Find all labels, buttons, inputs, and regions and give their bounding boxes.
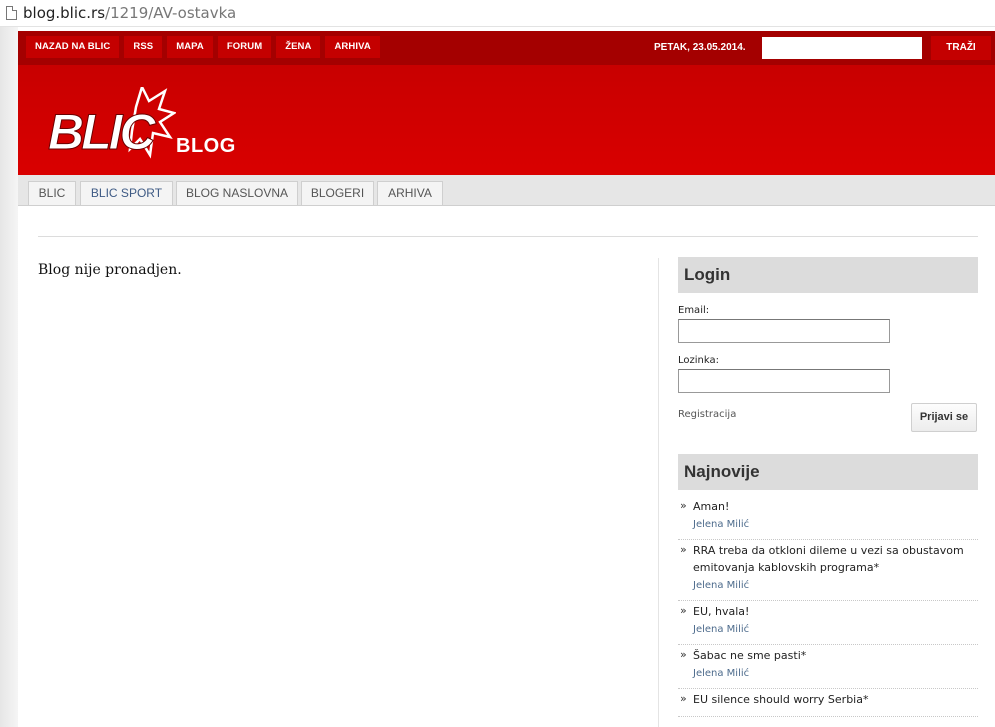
list-item: » EU, hvala! Jelena Milić [678, 601, 978, 645]
post-title-link[interactable]: EU silence should worry Serbia* [693, 691, 978, 708]
svg-text:BLIC: BLIC [48, 104, 157, 160]
blog-wordmark: BLOG [176, 135, 236, 157]
tab-blic-sport[interactable]: BLIC SPORT [80, 181, 173, 205]
bullet-arrow-icon: » [680, 543, 687, 556]
post-title-link[interactable]: Aman! [693, 498, 978, 515]
post-author-link[interactable]: Jelena Milić [693, 666, 978, 682]
post-author-link[interactable]: Jelena Milić [693, 578, 978, 594]
section-tabs: BLIC BLIC SPORT BLOG NASLOVNA BLOGERI AR… [18, 175, 995, 206]
password-field[interactable] [678, 369, 890, 393]
list-item: » RRA treba da otkloni dileme u vezi sa … [678, 540, 978, 601]
topnav-rss[interactable]: RSS [124, 36, 163, 58]
header-banner: BLIC BLOG [18, 65, 995, 175]
post-title-link[interactable]: RRA treba da otkloni dileme u vezi sa ob… [693, 542, 978, 576]
sidebar-divider [658, 258, 659, 727]
top-bar: NAZAD NA BLIC RSS MAPA FORUM ŽENA ARHIVA… [18, 31, 995, 65]
post-author-link[interactable]: Jelena Milić [693, 622, 978, 638]
page-side-gutter [0, 27, 18, 727]
post-author-link[interactable]: Jelena Milić [693, 517, 978, 533]
page-icon [6, 6, 17, 20]
blic-logo-graphic: BLIC [48, 83, 178, 161]
topnav-zena[interactable]: ŽENA [276, 36, 321, 58]
login-title: Login [678, 257, 978, 293]
list-item: » Šabac ne sme pasti* Jelena Milić [678, 645, 978, 689]
login-button[interactable]: Prijavi se [911, 403, 977, 432]
tab-blogeri[interactable]: BLOGERI [301, 181, 374, 205]
content-divider [38, 236, 978, 237]
tab-archive[interactable]: ARHIVA [377, 181, 443, 205]
topnav-forum[interactable]: FORUM [217, 36, 272, 58]
topnav-back-to-blic[interactable]: NAZAD NA BLIC [26, 36, 120, 58]
tab-blic[interactable]: BLIC [28, 181, 76, 205]
list-item: » Aman! Jelena Milić [678, 496, 978, 540]
bullet-arrow-icon: » [680, 604, 687, 617]
bullet-arrow-icon: » [680, 692, 687, 705]
search-button[interactable]: TRAŽI [931, 36, 991, 60]
current-date: PETAK, 23.05.2014. [654, 42, 746, 53]
topnav-archive[interactable]: ARHIVA [325, 36, 380, 58]
post-title-link[interactable]: EU, hvala! [693, 603, 978, 620]
bullet-arrow-icon: » [680, 648, 687, 661]
top-navigation: NAZAD NA BLIC RSS MAPA FORUM ŽENA ARHIVA [26, 36, 380, 58]
post-title-link[interactable]: Šabac ne sme pasti* [693, 647, 978, 664]
tab-blog-naslovna[interactable]: BLOG NASLOVNA [176, 181, 298, 205]
topnav-map[interactable]: MAPA [167, 36, 213, 58]
latest-title: Najnovije [678, 454, 978, 490]
not-found-message: Blog nije pronadjen. [38, 262, 182, 278]
search-input[interactable] [762, 37, 922, 59]
password-label: Lozinka: [678, 355, 719, 366]
blic-logo[interactable]: BLIC [46, 83, 178, 165]
email-label: Email: [678, 305, 710, 316]
register-link[interactable]: Registracija [678, 409, 736, 420]
email-field[interactable] [678, 319, 890, 343]
list-item: » EU silence should worry Serbia* [678, 689, 978, 717]
bullet-arrow-icon: » [680, 499, 687, 512]
url-path: /1219/AV-ostavka [105, 4, 237, 22]
latest-posts-list: » Aman! Jelena Milić » RRA treba da otkl… [678, 496, 978, 717]
address-bar[interactable]: blog.blic.rs/1219/AV-ostavka [0, 0, 995, 27]
url-host: blog.blic.rs [23, 4, 106, 22]
